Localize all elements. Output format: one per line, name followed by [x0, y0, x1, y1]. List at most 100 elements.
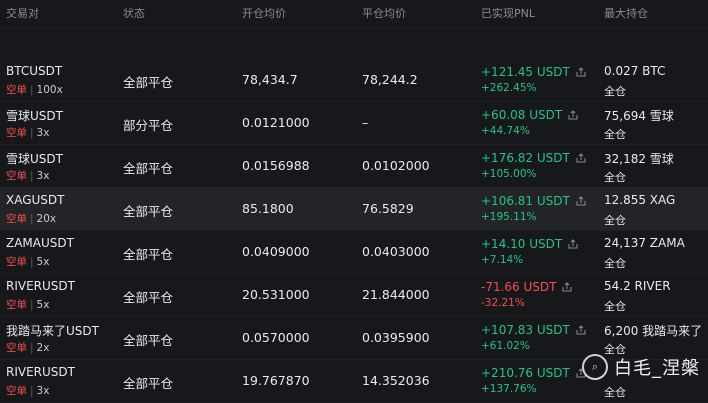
leverage: 5x — [36, 299, 50, 311]
realized-pnl-value: -71.66 USDT — [481, 280, 557, 294]
max-position: 54.2 RIVER — [604, 279, 671, 293]
symbol[interactable]: 雪球USDT — [6, 150, 63, 167]
side-label: 空单 — [6, 170, 27, 182]
position-side: 空单 | 3x — [6, 168, 49, 183]
divider: | — [30, 170, 34, 182]
realized-pnl-value: +106.81 USDT — [481, 194, 570, 208]
header-close-avg: 平仓均价 — [362, 7, 406, 20]
symbol[interactable]: RIVERUSDT — [6, 279, 75, 293]
max-position: 75,694 雪球 — [604, 109, 674, 123]
header-status: 状态 — [123, 7, 145, 20]
status: 全部平仓 — [123, 204, 174, 219]
search-icon: ⌕ — [582, 354, 608, 380]
margin-mode: 全仓 — [604, 85, 626, 98]
margin-mode: 全仓 — [604, 386, 626, 399]
close-avg-price: 78,244.2 — [362, 72, 418, 87]
realized-pnl: +107.83 USDT — [481, 323, 586, 337]
symbol[interactable]: RIVERUSDT — [6, 365, 75, 379]
position-side: 空单 | 5x — [6, 297, 49, 312]
open-avg-price: 0.0570000 — [242, 330, 310, 345]
symbol[interactable]: 我踏马来了USDT — [6, 322, 99, 339]
table-row[interactable]: XAGUSDT 空单 | 20x 全部平仓 85.1800 76.5829 +106… — [0, 187, 708, 231]
realized-pnl: +176.82 USDT — [481, 151, 586, 165]
margin-mode: 全仓 — [604, 171, 626, 184]
close-avg-price: 76.5829 — [362, 201, 414, 216]
share-icon[interactable] — [568, 239, 578, 249]
share-icon[interactable] — [576, 153, 586, 163]
status: 全部平仓 — [123, 75, 174, 90]
divider: | — [30, 299, 34, 311]
status: 全部平仓 — [123, 376, 174, 391]
leverage: 3x — [36, 127, 50, 139]
pnl-percent: -32.21% — [481, 297, 525, 309]
pnl-percent: +105.00% — [481, 168, 537, 180]
open-avg-price: 19.767870 — [242, 373, 310, 388]
realized-pnl: +121.45 USDT — [481, 65, 586, 79]
open-avg-price: 78,434.7 — [242, 72, 298, 87]
watermark-text: 白毛_涅槃 — [614, 358, 700, 379]
table-row[interactable]: RIVERUSDT 空单 | 5x 全部平仓 20.531000 21.844000… — [0, 273, 708, 317]
margin-mode: 全仓 — [604, 214, 626, 227]
close-avg-price: – — [362, 115, 369, 130]
side-label: 空单 — [6, 299, 27, 311]
status: 全部平仓 — [123, 333, 174, 348]
watermark: ⌕ 白毛_涅槃 — [582, 354, 700, 380]
divider: | — [30, 84, 34, 96]
realized-pnl: +14.10 USDT — [481, 237, 578, 251]
share-icon[interactable] — [562, 282, 572, 292]
share-icon[interactable] — [576, 67, 586, 77]
max-position: 0.027 BTC — [604, 64, 666, 78]
position-side: 空单 | 20x — [6, 211, 56, 226]
realized-pnl-value: +14.10 USDT — [481, 237, 563, 251]
leverage: 20x — [36, 213, 57, 225]
leverage: 2x — [36, 342, 50, 354]
side-label: 空单 — [6, 127, 27, 139]
close-avg-price: 14.352036 — [362, 373, 430, 388]
margin-mode: 全仓 — [604, 128, 626, 141]
share-icon[interactable] — [576, 325, 586, 335]
share-icon[interactable] — [576, 196, 586, 206]
side-label: 空单 — [6, 213, 27, 225]
open-avg-price: 20.531000 — [242, 287, 310, 302]
divider: | — [30, 127, 34, 139]
status: 全部平仓 — [123, 290, 174, 305]
table-header: 交易对 状态 开仓均价 平仓均价 已实现PNL 最大持仓 — [0, 0, 708, 24]
status: 部分平仓 — [123, 118, 174, 133]
table-row[interactable]: 雪球USDT 空单 | 3x 全部平仓 0.0156988 0.0102000 +1… — [0, 144, 708, 188]
max-position: 24,137 ZAMA — [604, 236, 685, 250]
margin-mode: 全仓 — [604, 300, 626, 313]
realized-pnl-value: +60.08 USDT — [481, 108, 563, 122]
symbol[interactable]: 雪球USDT — [6, 107, 63, 124]
position-side: 空单 | 100x — [6, 82, 63, 97]
pnl-percent: +61.02% — [481, 340, 530, 352]
header-pair: 交易对 — [6, 7, 39, 20]
divider: | — [30, 385, 34, 397]
symbol[interactable]: ZAMAUSDT — [6, 236, 74, 250]
table-row[interactable]: 雪球USDT 空单 | 3x 部分平仓 0.0121000 – +60.08 USD… — [0, 101, 708, 145]
max-position: 6,200 我踏马来了 — [604, 324, 703, 338]
max-position: 12.855 XAG — [604, 193, 676, 207]
side-label: 空单 — [6, 256, 27, 268]
realized-pnl: +106.81 USDT — [481, 194, 586, 208]
open-avg-price: 0.0121000 — [242, 115, 310, 130]
header-max-position: 最大持仓 — [604, 7, 648, 20]
close-avg-price: 0.0395900 — [362, 330, 430, 345]
symbol[interactable]: XAGUSDT — [6, 193, 65, 207]
open-avg-price: 0.0409000 — [242, 244, 310, 259]
table-row[interactable]: ZAMAUSDT 空单 | 5x 全部平仓 0.0409000 0.0403000 … — [0, 230, 708, 274]
leverage: 100x — [36, 84, 63, 96]
divider: | — [30, 256, 34, 268]
share-icon[interactable] — [568, 110, 578, 120]
symbol[interactable]: BTCUSDT — [6, 64, 62, 78]
header-realized-pnl: 已实现PNL — [481, 7, 535, 20]
side-label: 空单 — [6, 385, 27, 397]
realized-pnl-value: +210.76 USDT — [481, 366, 570, 380]
realized-pnl: +210.76 USDT — [481, 366, 586, 380]
status: 全部平仓 — [123, 247, 174, 262]
position-side: 空单 | 3x — [6, 383, 49, 398]
max-position: 32,182 雪球 — [604, 152, 674, 166]
pnl-percent: +44.74% — [481, 125, 530, 137]
leverage: 5x — [36, 256, 50, 268]
close-avg-price: 0.0403000 — [362, 244, 430, 259]
table-row[interactable]: BTCUSDT 空单 | 100x 全部平仓 78,434.7 78,244.2 +… — [0, 58, 708, 102]
